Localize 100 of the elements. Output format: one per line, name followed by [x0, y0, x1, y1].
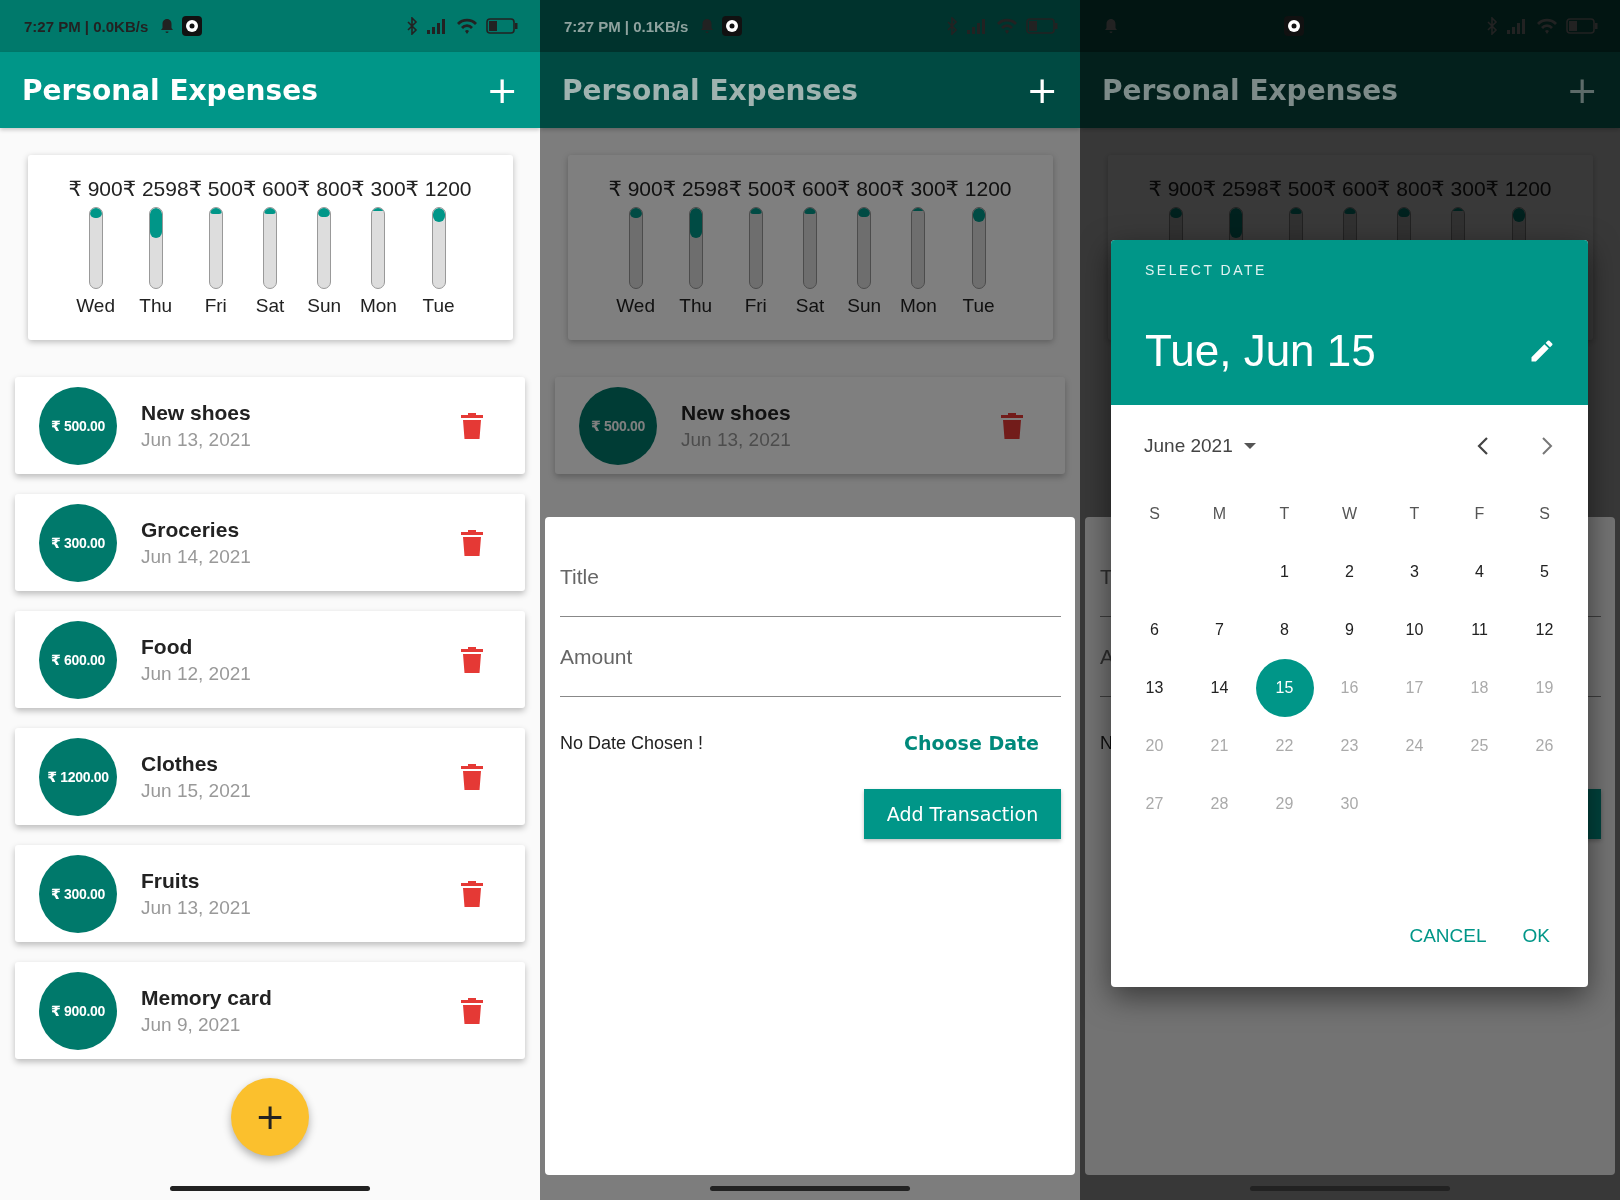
- amount-avatar: ₹ 500.00: [39, 386, 117, 465]
- weekday-label: T: [1408, 504, 1421, 524]
- transaction-date: Jun 13, 2021: [141, 896, 251, 919]
- calendar-day[interactable]: 12: [1515, 601, 1574, 659]
- calendar-day[interactable]: 10: [1385, 601, 1444, 659]
- signal-icon: [1506, 18, 1528, 34]
- bar-day: Mon: [899, 295, 937, 317]
- bar-amount: ₹ 500: [188, 177, 243, 201]
- calendar-day: 27: [1125, 775, 1184, 833]
- amount-avatar: ₹ 300.00: [39, 503, 117, 582]
- delete-icon[interactable]: [461, 997, 483, 1024]
- delete-icon[interactable]: [461, 412, 483, 439]
- bar-amount: ₹ 300: [351, 177, 406, 201]
- bar-amount: ₹ 300: [891, 177, 946, 201]
- bar-day: Sat: [795, 295, 825, 317]
- transaction-date: Jun 14, 2021: [141, 545, 251, 568]
- weekday-label: W: [1340, 504, 1359, 524]
- bar-amount: ₹ 2598: [662, 177, 729, 201]
- calendar-day[interactable]: 11: [1450, 601, 1509, 659]
- battery-icon: [1026, 18, 1058, 34]
- add-button[interactable]: +: [1020, 71, 1064, 109]
- calendar-day: 18: [1450, 659, 1509, 717]
- app-icon: [182, 16, 203, 36]
- amount-avatar: ₹ 300.00: [39, 854, 117, 933]
- month-selector[interactable]: June 2021: [1144, 435, 1233, 457]
- delete-icon[interactable]: [1001, 412, 1023, 439]
- transaction-date: Jun 9, 2021: [141, 1013, 241, 1036]
- add-transaction-button[interactable]: Add Transaction: [864, 789, 1061, 839]
- calendar-day[interactable]: 4: [1450, 543, 1509, 601]
- chevron-left-icon[interactable]: [1476, 436, 1490, 456]
- bar-amount: ₹ 500: [728, 177, 783, 201]
- choose-date-link[interactable]: Choose Date: [904, 732, 1039, 754]
- transaction-title: New shoes: [141, 400, 251, 425]
- signal-icon: [966, 18, 988, 34]
- bar-amount: ₹ 800: [297, 177, 352, 201]
- amount-avatar: ₹ 500.00: [579, 386, 657, 465]
- battery-icon: [486, 18, 518, 34]
- weekday-label: S: [1538, 504, 1551, 524]
- bar-amount: ₹ 1200: [405, 177, 472, 201]
- calendar-day[interactable]: 13: [1125, 659, 1184, 717]
- delete-icon[interactable]: [461, 646, 483, 673]
- transaction-title: Fruits: [141, 868, 200, 893]
- dialog-action-button[interactable]: CANCEL: [1401, 921, 1495, 951]
- calendar-day[interactable]: 8: [1255, 601, 1314, 659]
- dropdown-icon[interactable]: [1242, 442, 1257, 450]
- calendar-day[interactable]: 7: [1190, 601, 1249, 659]
- add-button[interactable]: +: [480, 71, 524, 109]
- calendar-day: 21: [1190, 717, 1249, 775]
- delete-icon[interactable]: [461, 880, 483, 907]
- calendar-day: 23: [1320, 717, 1379, 775]
- amount-field[interactable]: Amount: [560, 617, 1061, 697]
- bluetooth-icon: [1486, 17, 1498, 35]
- battery-icon: [1566, 18, 1598, 34]
- bar-day: Sat: [255, 295, 285, 317]
- calendar-day: 19: [1515, 659, 1574, 717]
- calendar-day: 29: [1255, 775, 1314, 833]
- wifi-icon: [1536, 17, 1558, 35]
- delete-icon[interactable]: [461, 529, 483, 556]
- bell-icon: [1104, 18, 1118, 34]
- transaction-date: Jun 13, 2021: [141, 428, 251, 451]
- transaction-title: Clothes: [141, 751, 218, 776]
- bar-amount: ₹ 900: [608, 177, 663, 201]
- date-status: No Date Chosen !: [560, 732, 704, 754]
- bell-icon: [160, 18, 175, 34]
- dialog-action-button[interactable]: OK: [1514, 921, 1558, 951]
- signal-icon: [426, 18, 448, 34]
- title-field[interactable]: Title: [560, 537, 1061, 617]
- bar-amount: ₹ 600: [782, 177, 838, 201]
- amount-avatar: ₹ 1200.00: [39, 737, 117, 816]
- add-fab[interactable]: +: [231, 1078, 309, 1156]
- bar-day: Sun: [847, 295, 882, 317]
- calendar-day[interactable]: 5: [1515, 543, 1574, 601]
- bar-day: Fri: [204, 295, 227, 317]
- app-icon: [1284, 16, 1304, 36]
- transaction-date: Jun 12, 2021: [141, 662, 251, 685]
- wifi-icon: [996, 17, 1018, 35]
- calendar-day[interactable]: 9: [1320, 601, 1379, 659]
- transaction-title: Groceries: [141, 517, 240, 542]
- bar-amount: ₹ 800: [837, 177, 892, 201]
- calendar-day[interactable]: 6: [1125, 601, 1184, 659]
- calendar-day: 25: [1450, 717, 1509, 775]
- weekday-label: T: [1278, 504, 1291, 524]
- calendar-day[interactable]: 3: [1385, 543, 1444, 601]
- bar-day: Wed: [76, 295, 115, 317]
- chevron-right-icon[interactable]: [1540, 436, 1554, 456]
- wifi-icon: [456, 17, 478, 35]
- calendar-day: 30: [1320, 775, 1379, 833]
- calendar-day[interactable]: 1: [1255, 543, 1314, 601]
- calendar-day[interactable]: 2: [1320, 543, 1379, 601]
- bar-amount: ₹ 900: [68, 177, 123, 201]
- bar-day: Sun: [307, 295, 342, 317]
- calendar-day[interactable]: 14: [1190, 659, 1249, 717]
- amount-avatar: ₹ 600.00: [39, 620, 117, 699]
- delete-icon[interactable]: [461, 763, 483, 790]
- calendar-day[interactable]: 15: [1255, 659, 1314, 717]
- dialog-overline: SELECT DATE: [1145, 262, 1267, 278]
- transaction-title: Food: [141, 634, 193, 659]
- amount-avatar: ₹ 900.00: [39, 971, 117, 1050]
- bluetooth-icon: [946, 17, 958, 35]
- bar-amount: ₹ 1200: [945, 177, 1012, 201]
